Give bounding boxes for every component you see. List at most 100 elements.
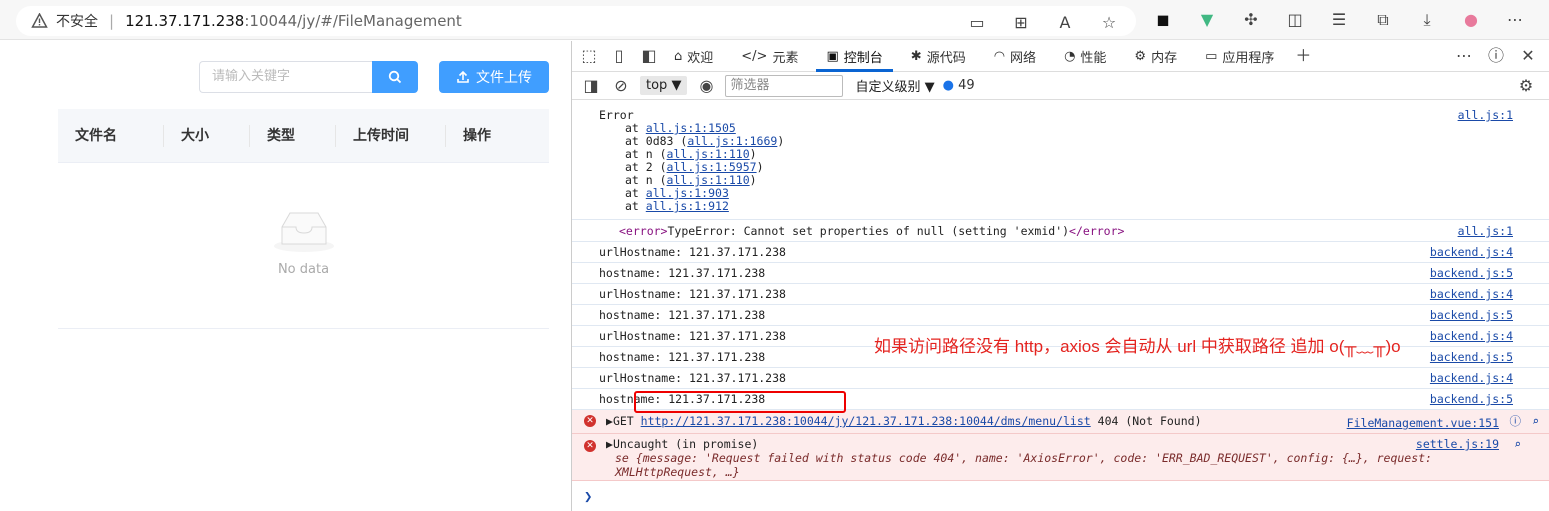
log-text: urlHostname: 121.37.171.238	[599, 371, 786, 385]
tab-welcome[interactable]: ⌂ 欢迎	[660, 41, 727, 72]
apps-icon[interactable]: ⊞	[1010, 12, 1032, 34]
search-promise-icon[interactable]: ⌕	[1514, 437, 1521, 451]
stack-prefix: at 0d83 (	[625, 134, 688, 148]
clear-console-icon[interactable]: ⊘	[610, 75, 632, 97]
tab-elements[interactable]: </> 元素	[727, 41, 812, 72]
split-screen-icon[interactable]: ◫	[1284, 9, 1306, 31]
code-icon: </>	[741, 48, 768, 64]
stack-link[interactable]: all.js:1:110	[667, 173, 750, 187]
sidebar-toggle-icon[interactable]: ◨	[580, 75, 602, 97]
console-get-error: ✕ ▶GET http://121.37.171.238:10044/jy/12…	[572, 410, 1549, 434]
stack-link[interactable]: all.js:1:110	[667, 147, 750, 161]
add-tab-icon[interactable]: ＋	[1292, 45, 1314, 67]
tab-memory[interactable]: ⚙ 内存	[1120, 41, 1191, 72]
log-source-link[interactable]: backend.js:5	[1430, 305, 1513, 325]
vue-devtools-icon[interactable]: ▼	[1196, 9, 1218, 31]
context-select[interactable]: top ▼	[640, 76, 688, 95]
address-bar[interactable]: 不安全 | 121.37.171.238:10044/jy/#/FileMana…	[16, 6, 1136, 36]
stack-link[interactable]: all.js:1:1505	[646, 121, 736, 135]
tab-sources[interactable]: ✱ 源代码	[897, 41, 980, 72]
search-request-icon[interactable]: ⌕	[1532, 410, 1539, 432]
log-source-link[interactable]: backend.js:5	[1430, 263, 1513, 283]
expand-triangle-icon[interactable]: ▶	[606, 414, 613, 428]
tab-console-label: 控制台	[843, 50, 883, 66]
device-emulation-icon[interactable]: ▯	[608, 45, 630, 67]
more-icon[interactable]: ⋯	[1504, 9, 1526, 31]
collections-icon[interactable]: ⧉	[1372, 9, 1394, 31]
log-source-link[interactable]: backend.js:5	[1430, 389, 1513, 409]
log-source-link[interactable]: backend.js:4	[1430, 326, 1513, 346]
error-source-link[interactable]: all.js:1	[1458, 109, 1513, 122]
log-source-link[interactable]: backend.js:4	[1430, 368, 1513, 388]
wifi-icon: ◠	[993, 48, 1006, 64]
tab-elements-label: 元素	[772, 50, 799, 66]
log-level-select[interactable]: 自定义级别 ▼	[855, 76, 934, 95]
console-toolbar: ◨ ⊘ top ▼ ◉ 筛选器 自定义级别 ▼ ● 49 ⚙	[572, 72, 1549, 100]
extension-black-icon[interactable]: ◼	[1152, 9, 1174, 31]
log-level-value: 自定义级别	[855, 80, 921, 95]
favorite-star-icon[interactable]: ☆	[1098, 12, 1120, 34]
stack-link[interactable]: all.js:1:903	[646, 186, 729, 200]
inspect-element-icon[interactable]: ⬚	[578, 45, 600, 67]
filter-input[interactable]: 筛选器	[725, 74, 844, 97]
log-source-link[interactable]: backend.js:4	[1430, 242, 1513, 262]
stack-suffix: )	[749, 147, 757, 161]
upload-button[interactable]: 文件上传	[439, 61, 549, 93]
console-settings-icon[interactable]: ⚙	[1515, 75, 1537, 97]
search-button[interactable]	[372, 61, 418, 93]
dock-side-icon[interactable]: ◧	[638, 45, 660, 67]
get-source-link[interactable]: FileManagement.vue:151	[1347, 412, 1499, 434]
read-aloud-icon[interactable]: A	[1054, 12, 1076, 34]
download-icon[interactable]: ⤓	[1416, 9, 1438, 31]
console-prompt-icon[interactable]: ❯	[584, 489, 592, 505]
promise-source-link[interactable]: settle.js:19	[1416, 437, 1499, 451]
console-promise-error: ✕ ▶Uncaught (in promise) se {message: 'R…	[572, 434, 1549, 481]
empty-text: No data	[277, 262, 330, 277]
get-request-url[interactable]: http://121.37.171.238:10044/jy/121.37.17…	[641, 414, 1091, 428]
search-input[interactable]: 请输入关键字	[199, 61, 374, 93]
log-text: urlHostname: 121.37.171.238	[599, 245, 786, 259]
error-tag-source-link[interactable]: all.js:1	[1458, 220, 1513, 242]
stack-link[interactable]: all.js:1:912	[646, 199, 729, 213]
expand-triangle-icon-2[interactable]: ▶	[606, 437, 613, 451]
message-count-badge[interactable]: ● 49	[943, 78, 975, 93]
url-path: :10044/jy/#/FileManagement	[244, 12, 462, 30]
stack-suffix: )	[777, 134, 785, 148]
tab-network[interactable]: ◠ 网络	[980, 41, 1050, 72]
log-source-link[interactable]: backend.js:4	[1430, 284, 1513, 304]
log-text: urlHostname: 121.37.171.238	[599, 287, 786, 301]
console-output: all.js:1 Error at all.js:1:1505 at 0d83 (…	[572, 101, 1549, 511]
promise-error-detail[interactable]: se {message: 'Request failed with status…	[606, 451, 1513, 479]
help-icon[interactable]: ⓘ	[1485, 45, 1507, 67]
tab-memory-label: 内存	[1151, 50, 1178, 66]
stack-link[interactable]: all.js:1:5957	[667, 160, 757, 174]
error-close-tag: </error>	[1069, 224, 1125, 238]
close-devtools-icon[interactable]: ✕	[1517, 45, 1539, 67]
log-text: hostname: 121.37.171.238	[599, 266, 766, 280]
tab-performance[interactable]: ◔ 性能	[1050, 41, 1120, 72]
console-error-block: all.js:1 Error at all.js:1:1505 at 0d83 (…	[572, 101, 1549, 220]
stack-link[interactable]: all.js:1:1669	[687, 134, 777, 148]
annotation-highlight-box	[634, 391, 846, 413]
stack-prefix: at n (	[625, 147, 667, 161]
error-open-tag: <error>	[619, 224, 668, 238]
stack-line: at all.js:1:903	[599, 187, 1513, 200]
error-circle-icon-2: ✕	[584, 440, 596, 452]
device-icon[interactable]: ▭	[966, 12, 988, 34]
address-separator: |	[109, 12, 115, 30]
stack-prefix: at	[625, 186, 646, 200]
tab-application[interactable]: ▭ 应用程序	[1191, 41, 1288, 72]
empty-box-icon	[274, 212, 334, 252]
upload-label: 文件上传	[476, 70, 532, 86]
extensions-icon[interactable]: ✣	[1240, 9, 1262, 31]
annotation-text: 如果访问路径没有 http，axios 会自动从 url 中获取路径 追加 o(…	[874, 337, 1401, 356]
error-tag-text: TypeError: Cannot set properties of null…	[667, 224, 1070, 238]
profile-avatar-icon[interactable]: ●	[1460, 9, 1482, 31]
favorites-icon[interactable]: ☰	[1328, 9, 1350, 31]
devtools-more-icon[interactable]: ⋯	[1453, 45, 1475, 67]
network-info-icon[interactable]: ⓘ	[1510, 410, 1522, 432]
log-source-link[interactable]: backend.js:5	[1430, 347, 1513, 367]
live-expression-eye-icon[interactable]: ◉	[695, 75, 717, 97]
window-icon: ▭	[1205, 48, 1218, 64]
tab-console[interactable]: ▣ 控制台	[812, 41, 896, 72]
